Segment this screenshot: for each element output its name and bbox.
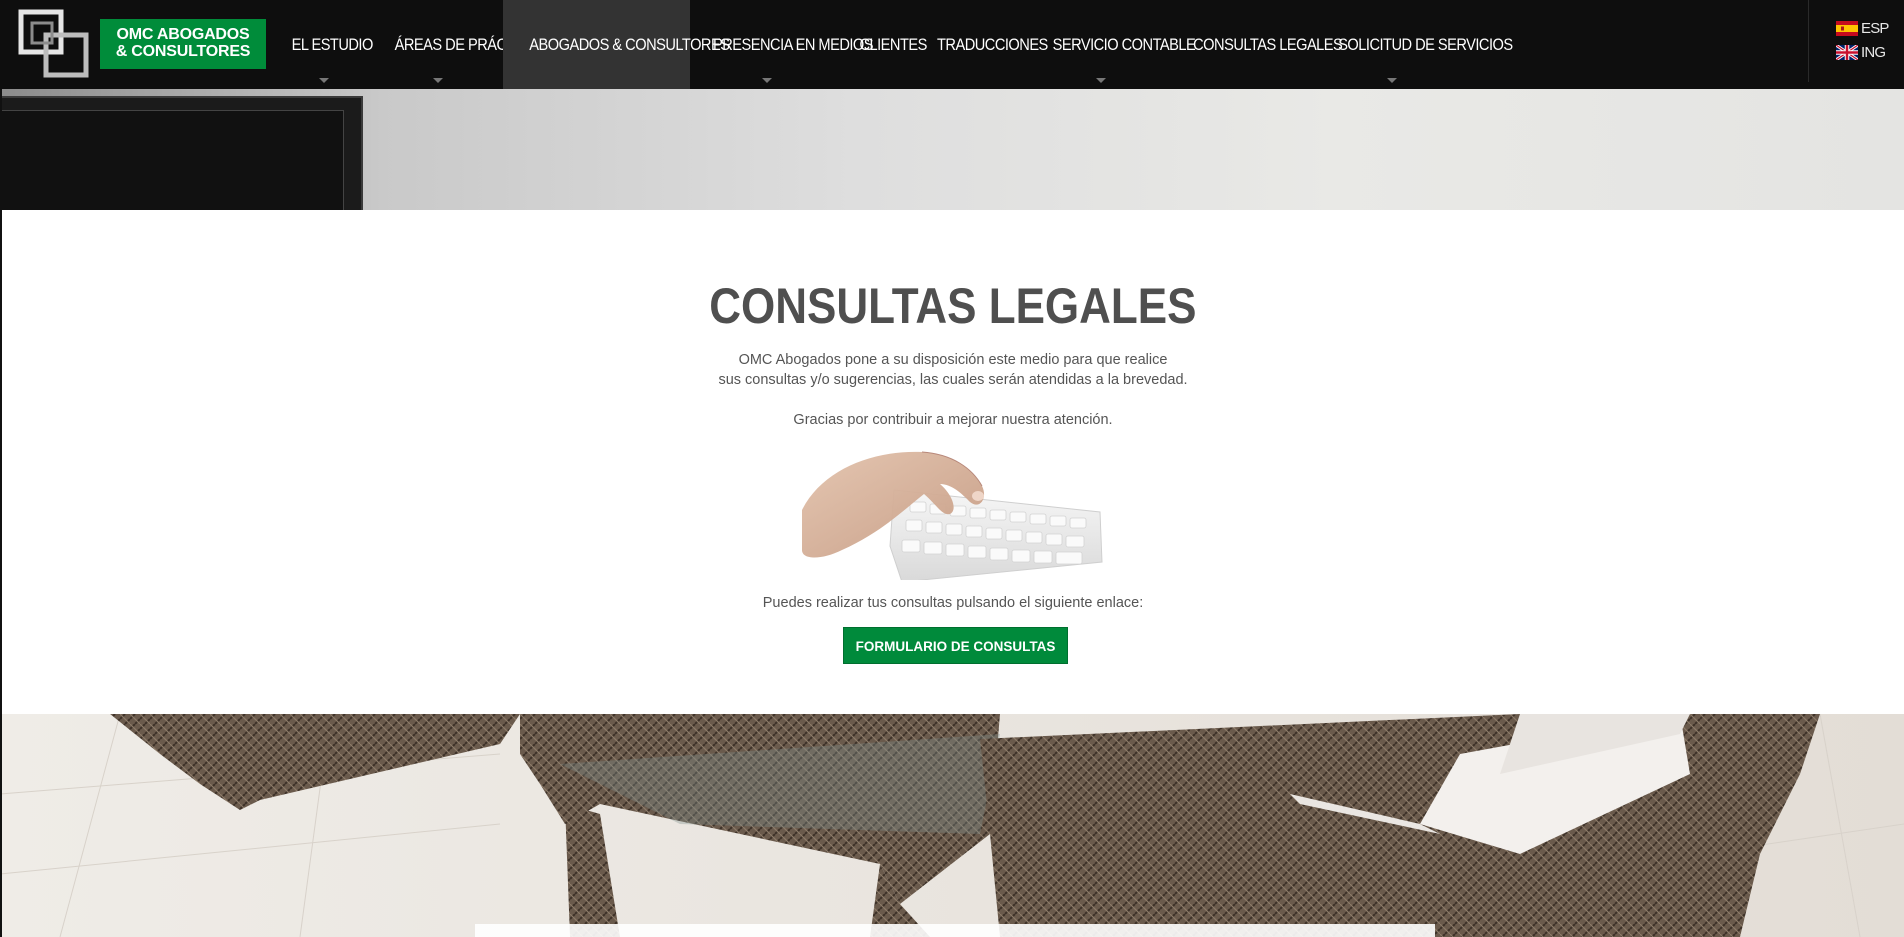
page-title: CONSULTAS LEGALES [2, 277, 1904, 335]
intro-line-1: OMC Abogados pone a su disposición este … [738, 352, 1168, 368]
main-nav: EL ESTUDIO ÁREAS DE PRÁCTICA ABOGADOS & … [275, 0, 1513, 89]
nav-item-consultas-legales[interactable]: CONSULTAS LEGALES [1171, 0, 1343, 89]
main-content: CONSULTAS LEGALES OMC Abogados pone a su… [2, 210, 1904, 714]
furniture-photo [0, 714, 1904, 937]
keyboard-hand-image [802, 450, 1108, 583]
nav-item-clientes[interactable]: CLIENTES [844, 0, 927, 89]
nav-label: CLIENTES [859, 34, 927, 54]
nav-item-solicitud-de-servicios[interactable]: SOLICITUD DE SERVICIOS [1314, 0, 1513, 89]
logo-wordmark[interactable]: OMC ABOGADOS & CONSULTORES [100, 19, 266, 69]
chevron-down-icon [319, 78, 329, 83]
language-label: ESP [1861, 20, 1889, 37]
link-instructions: Puedes realizar tus consultas pulsando e… [762, 595, 1144, 611]
thanks-text: Gracias por contribuir a mejorar nuestra… [793, 412, 1113, 428]
page-title-text: CONSULTAS LEGALES [709, 278, 1197, 334]
consultation-form-button[interactable]: FORMULARIO DE CONSULTAS [843, 627, 1068, 664]
intro-text: OMC Abogados pone a su disposición este … [2, 350, 1904, 390]
language-label: ING [1861, 44, 1886, 61]
nav-label: SOLICITUD DE SERVICIOS [1338, 34, 1513, 54]
chevron-down-icon [433, 78, 443, 83]
site-header: OMC ABOGADOS & CONSULTORES EL ESTUDIO ÁR… [0, 0, 1904, 89]
nav-label: EL ESTUDIO [291, 34, 374, 54]
nav-item-el-estudio[interactable]: EL ESTUDIO [275, 0, 373, 89]
logo-icon[interactable] [18, 9, 92, 79]
nav-item-traducciones[interactable]: TRADUCCIONES [918, 0, 1048, 89]
nav-item-servicio-contable[interactable]: SERVICIO CONTABLE [1031, 0, 1196, 89]
nav-item-areas-de-practica[interactable]: ÁREAS DE PRÁCTICA [373, 0, 538, 89]
divider [1808, 0, 1809, 82]
language-esp[interactable]: ESP [1836, 20, 1889, 37]
nav-item-abogados-consultores[interactable]: ABOGADOS & CONSULTORES [503, 0, 730, 89]
chevron-down-icon [762, 78, 772, 83]
chevron-down-icon [1096, 78, 1106, 83]
hero-banner-image [0, 89, 1904, 220]
tv-screen [0, 110, 344, 220]
uk-flag-icon [1835, 43, 1859, 62]
intro-line-2: sus consultas y/o sugerencias, las cuale… [718, 372, 1188, 388]
page-edge [0, 89, 2, 937]
chevron-down-icon [1386, 78, 1397, 83]
logo-line-1: OMC ABOGADOS [116, 26, 250, 43]
nav-item-presencia-en-medios[interactable]: PRESENCIA EN MEDIOS [690, 0, 874, 89]
language-ing[interactable]: ING [1835, 43, 1886, 62]
spain-flag-icon [1836, 21, 1858, 36]
tv-image [0, 96, 363, 220]
logo-line-2: & CONSULTORES [115, 43, 251, 60]
